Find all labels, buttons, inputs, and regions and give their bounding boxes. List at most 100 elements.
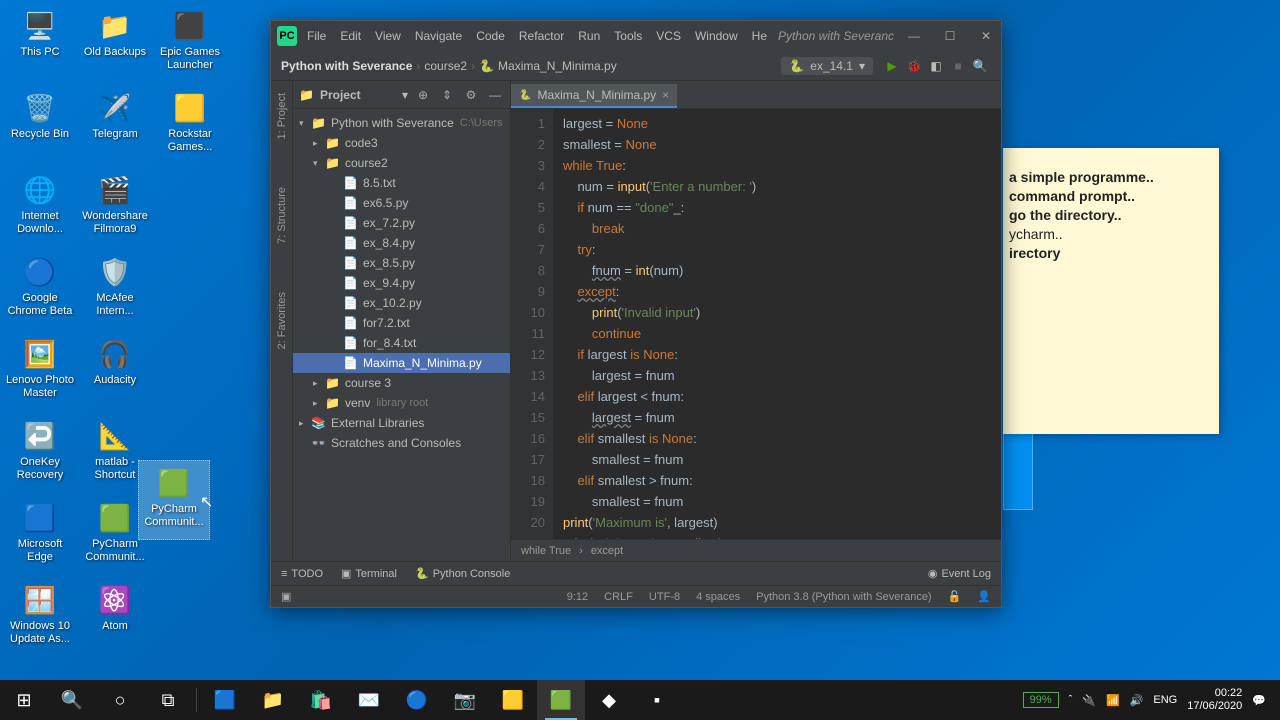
crumb-item[interactable]: while True [521, 545, 571, 557]
tree-arrow-icon[interactable]: ▸ [313, 378, 325, 389]
taskbar-pycharm[interactable]: 🟩 [537, 680, 585, 720]
taskbar-explorer[interactable]: 📁 [249, 680, 297, 720]
caret-position[interactable]: 9:12 [567, 591, 588, 603]
tool-button-project[interactable]: 1: Project [276, 89, 288, 143]
maximize-button[interactable]: ☐ [941, 27, 959, 45]
tool-button-structure[interactable]: 7: Structure [276, 183, 288, 248]
project-view-title[interactable]: Project [320, 88, 396, 102]
desktop-icon[interactable]: ✈️Telegram [79, 86, 151, 166]
menu-run[interactable]: Run [578, 29, 600, 43]
desktop-icon[interactable]: 🎬Wondershare Filmora9 [79, 168, 151, 248]
python-console-tool-button[interactable]: 🐍 Python Console [415, 567, 510, 580]
taskbar-store[interactable]: 🛍️ [297, 680, 345, 720]
tree-item[interactable]: 📄for7.2.txt [293, 313, 510, 333]
desktop-icon[interactable]: 🛡️McAfee Intern... [79, 250, 151, 330]
search-everywhere-button[interactable]: 🔍 [969, 59, 991, 73]
breadcrumb-item[interactable]: Python with Severance [281, 59, 412, 73]
tree-item[interactable]: ▸📚External Libraries [293, 413, 510, 433]
battery-indicator[interactable]: 99% [1023, 692, 1059, 708]
taskbar-edge[interactable]: 🟦 [201, 680, 249, 720]
menu-navigate[interactable]: Navigate [415, 29, 462, 43]
desktop-icon[interactable]: 📁Old Backups [79, 4, 151, 84]
desktop-icon[interactable]: 🟦Microsoft Edge [4, 496, 76, 576]
cortana-button[interactable]: ○ [96, 680, 144, 720]
event-log-button[interactable]: ◉ Event Log [928, 567, 991, 580]
notifications-icon[interactable]: 💬 [1252, 694, 1266, 707]
tree-item[interactable]: 📄ex_8.4.py [293, 233, 510, 253]
tree-item[interactable]: 📄ex_10.2.py [293, 293, 510, 313]
inspection-icon[interactable]: 👤 [977, 590, 991, 603]
breadcrumb[interactable]: Python with Severance › course2 › 🐍 Maxi… [281, 59, 781, 73]
tree-item[interactable]: ▸📁course 3 [293, 373, 510, 393]
desktop-icon[interactable]: 🌐Internet Downlo... [4, 168, 76, 248]
hide-icon[interactable]: — [486, 88, 504, 102]
close-tab-icon[interactable]: × [662, 88, 669, 102]
interpreter-label[interactable]: Python 3.8 (Python with Severance) [756, 591, 931, 603]
taskbar-camera[interactable]: 📷 [441, 680, 489, 720]
tree-arrow-icon[interactable]: ▸ [313, 138, 325, 149]
gear-icon[interactable]: ⚙ [462, 88, 480, 102]
tree-arrow-icon[interactable]: ▸ [313, 398, 325, 409]
desktop-icon[interactable]: ⬛Epic Games Launcher [154, 4, 226, 84]
menu-view[interactable]: View [375, 29, 401, 43]
desktop-icon[interactable]: ⚛️Atom [79, 578, 151, 658]
taskbar-notes[interactable]: 🟨 [489, 680, 537, 720]
line-ending[interactable]: CRLF [604, 591, 633, 603]
tree-item[interactable]: ▸📁venvlibrary root [293, 393, 510, 413]
tree-item[interactable]: 👓Scratches and Consoles [293, 433, 510, 453]
project-tree[interactable]: ▾📁Python with SeveranceC:\Users▸📁code3▾📁… [293, 109, 510, 561]
tree-item[interactable]: 📄ex_8.5.py [293, 253, 510, 273]
tree-item[interactable]: ▸📁code3 [293, 133, 510, 153]
taskbar-terminal[interactable]: ▪ [633, 680, 681, 720]
indent-setting[interactable]: 4 spaces [696, 591, 740, 603]
tree-arrow-icon[interactable]: ▸ [299, 418, 311, 429]
close-button[interactable]: ✕ [977, 27, 995, 45]
chevron-down-icon[interactable]: ▾ [402, 88, 408, 102]
menu-window[interactable]: Window [695, 29, 738, 43]
minimize-button[interactable]: — [905, 27, 923, 45]
search-button[interactable]: 🔍 [48, 680, 96, 720]
editor-tab-active[interactable]: 🐍 Maxima_N_Minima.py × [511, 84, 677, 108]
status-toggle-icon[interactable]: ▣ [281, 590, 291, 603]
tray-chevron-up-icon[interactable]: ˆ [1069, 694, 1073, 706]
menu-vcs[interactable]: VCS [656, 29, 681, 43]
desktop-icon[interactable]: 🗑️Recycle Bin [4, 86, 76, 166]
menu-tools[interactable]: Tools [614, 29, 642, 43]
lock-icon[interactable]: 🔓 [948, 590, 962, 603]
desktop-icon[interactable]: 🟨Rockstar Games... [154, 86, 226, 166]
run-with-coverage-button[interactable]: ◧ [925, 59, 947, 73]
todo-tool-button[interactable]: ≡ TODO [281, 568, 323, 580]
tree-item[interactable]: 📄8.5.txt [293, 173, 510, 193]
crumb-item[interactable]: except [591, 545, 623, 557]
menu-file[interactable]: File [307, 29, 326, 43]
breadcrumb-item[interactable]: course2 [424, 59, 467, 73]
taskbar-clock[interactable]: 00:22 17/06/2020 [1187, 687, 1242, 713]
taskbar-mail[interactable]: ✉️ [345, 680, 393, 720]
task-view-button[interactable]: ⧉ [144, 680, 192, 720]
tool-button-favorites[interactable]: 2: Favorites [276, 288, 288, 353]
tree-item[interactable]: 📄ex_7.2.py [293, 213, 510, 233]
tree-arrow-icon[interactable]: ▾ [299, 118, 311, 129]
desktop-icon[interactable]: 🖼️Lenovo Photo Master [4, 332, 76, 412]
tree-item[interactable]: ▾📁Python with SeveranceC:\Users [293, 113, 510, 133]
tray-network-icon[interactable]: 📶 [1106, 694, 1120, 707]
run-configuration-selector[interactable]: 🐍ex_14.1▾ [781, 57, 873, 75]
tray-power-icon[interactable]: 🔌 [1082, 694, 1096, 707]
start-button[interactable]: ⊞ [0, 680, 48, 720]
file-encoding[interactable]: UTF-8 [649, 591, 680, 603]
debug-button[interactable]: 🐞 [903, 59, 925, 73]
menu-he[interactable]: He [752, 29, 767, 43]
tree-item[interactable]: 📄ex_9.4.py [293, 273, 510, 293]
desktop-icon[interactable]: ↩️OneKey Recovery [4, 414, 76, 494]
titlebar[interactable]: PC FileEditViewNavigateCodeRefactorRunTo… [271, 21, 1001, 51]
desktop-icon[interactable]: 🔵Google Chrome Beta [4, 250, 76, 330]
menu-code[interactable]: Code [476, 29, 505, 43]
terminal-tool-button[interactable]: ▣ Terminal [341, 567, 397, 580]
tree-item[interactable]: 📄Maxima_N_Minima.py [293, 353, 510, 373]
expand-all-icon[interactable]: ⇕ [438, 88, 456, 102]
taskbar-chrome[interactable]: 🔵 [393, 680, 441, 720]
code-content[interactable]: largest = None smallest = None while Tru… [553, 109, 1001, 539]
taskbar-app[interactable]: ◆ [585, 680, 633, 720]
run-button[interactable]: ▶ [881, 59, 903, 73]
desktop-icon-dragging[interactable]: 🟩 PyCharm Communit... [138, 460, 210, 540]
